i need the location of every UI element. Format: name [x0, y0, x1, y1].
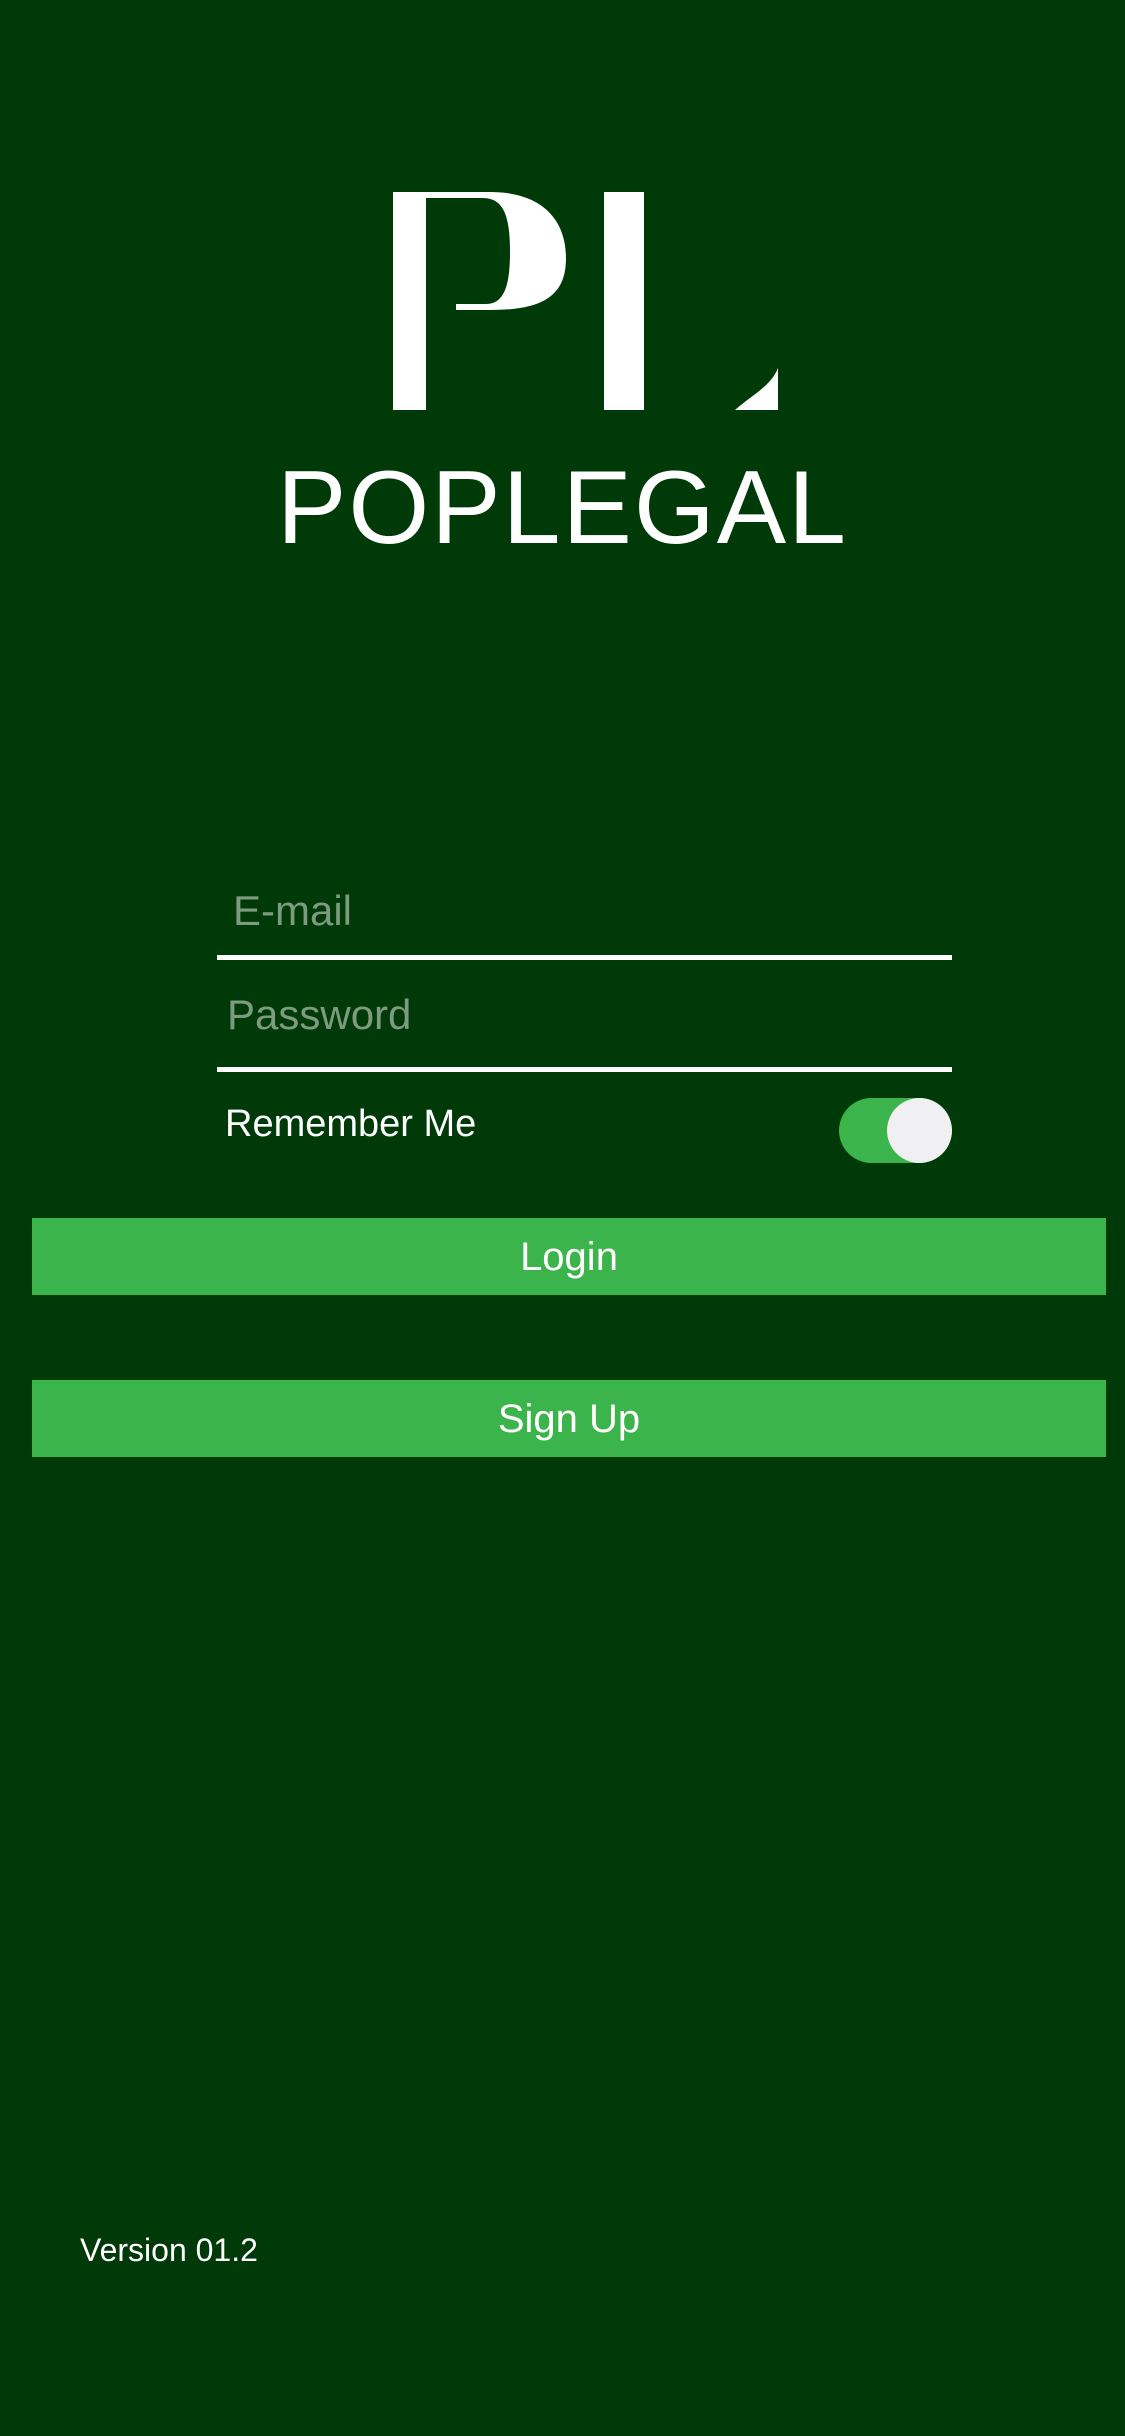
remember-me-label: Remember Me: [225, 1103, 477, 1145]
email-field-wrapper: [217, 860, 952, 960]
login-form: Remember Me: [217, 860, 952, 1165]
remember-me-row: Remember Me: [217, 1093, 952, 1165]
version-label: Version 01.2: [80, 2232, 258, 2268]
password-input[interactable]: [223, 985, 940, 1045]
password-field-wrapper: [217, 966, 952, 1072]
pl-monogram-icon: [393, 192, 778, 410]
remember-me-toggle[interactable]: [839, 1098, 952, 1163]
email-input[interactable]: [229, 881, 940, 941]
login-button[interactable]: Login: [32, 1218, 1106, 1295]
toggle-knob: [887, 1098, 952, 1163]
sign-up-button[interactable]: Sign Up: [32, 1380, 1106, 1457]
brand-name: POPLEGAL: [277, 450, 848, 566]
